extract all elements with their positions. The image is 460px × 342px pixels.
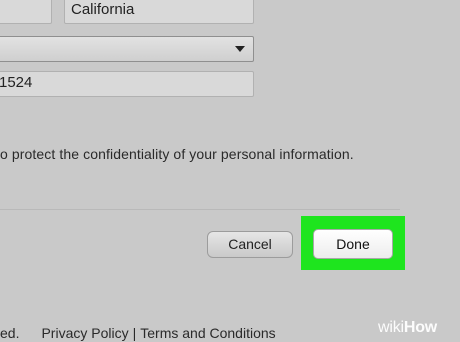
- city-field[interactable]: [0, 0, 52, 24]
- watermark-how: How: [403, 319, 438, 336]
- done-button[interactable]: Done: [313, 229, 393, 259]
- wikihow-watermark: wikiHow: [378, 319, 437, 337]
- phone-field[interactable]: 1524: [0, 71, 254, 97]
- footer-prefix: ed.: [0, 325, 20, 341]
- chevron-down-icon: [235, 46, 245, 52]
- state-value: California: [71, 1, 135, 18]
- terms-link[interactable]: Terms and Conditions: [140, 325, 275, 341]
- cancel-button[interactable]: Cancel: [207, 231, 293, 258]
- state-field[interactable]: California: [64, 0, 254, 24]
- privacy-policy-link[interactable]: Privacy Policy: [41, 325, 128, 341]
- watermark-wiki: wiki: [378, 319, 404, 336]
- country-select[interactable]: [0, 36, 254, 62]
- phone-value: 1524: [0, 74, 33, 91]
- footer-separator: |: [132, 325, 137, 341]
- privacy-note: o protect the confidentiality of your pe…: [0, 146, 354, 162]
- footer: ed. Privacy Policy | Terms and Conditions: [0, 325, 276, 341]
- divider: [0, 209, 400, 210]
